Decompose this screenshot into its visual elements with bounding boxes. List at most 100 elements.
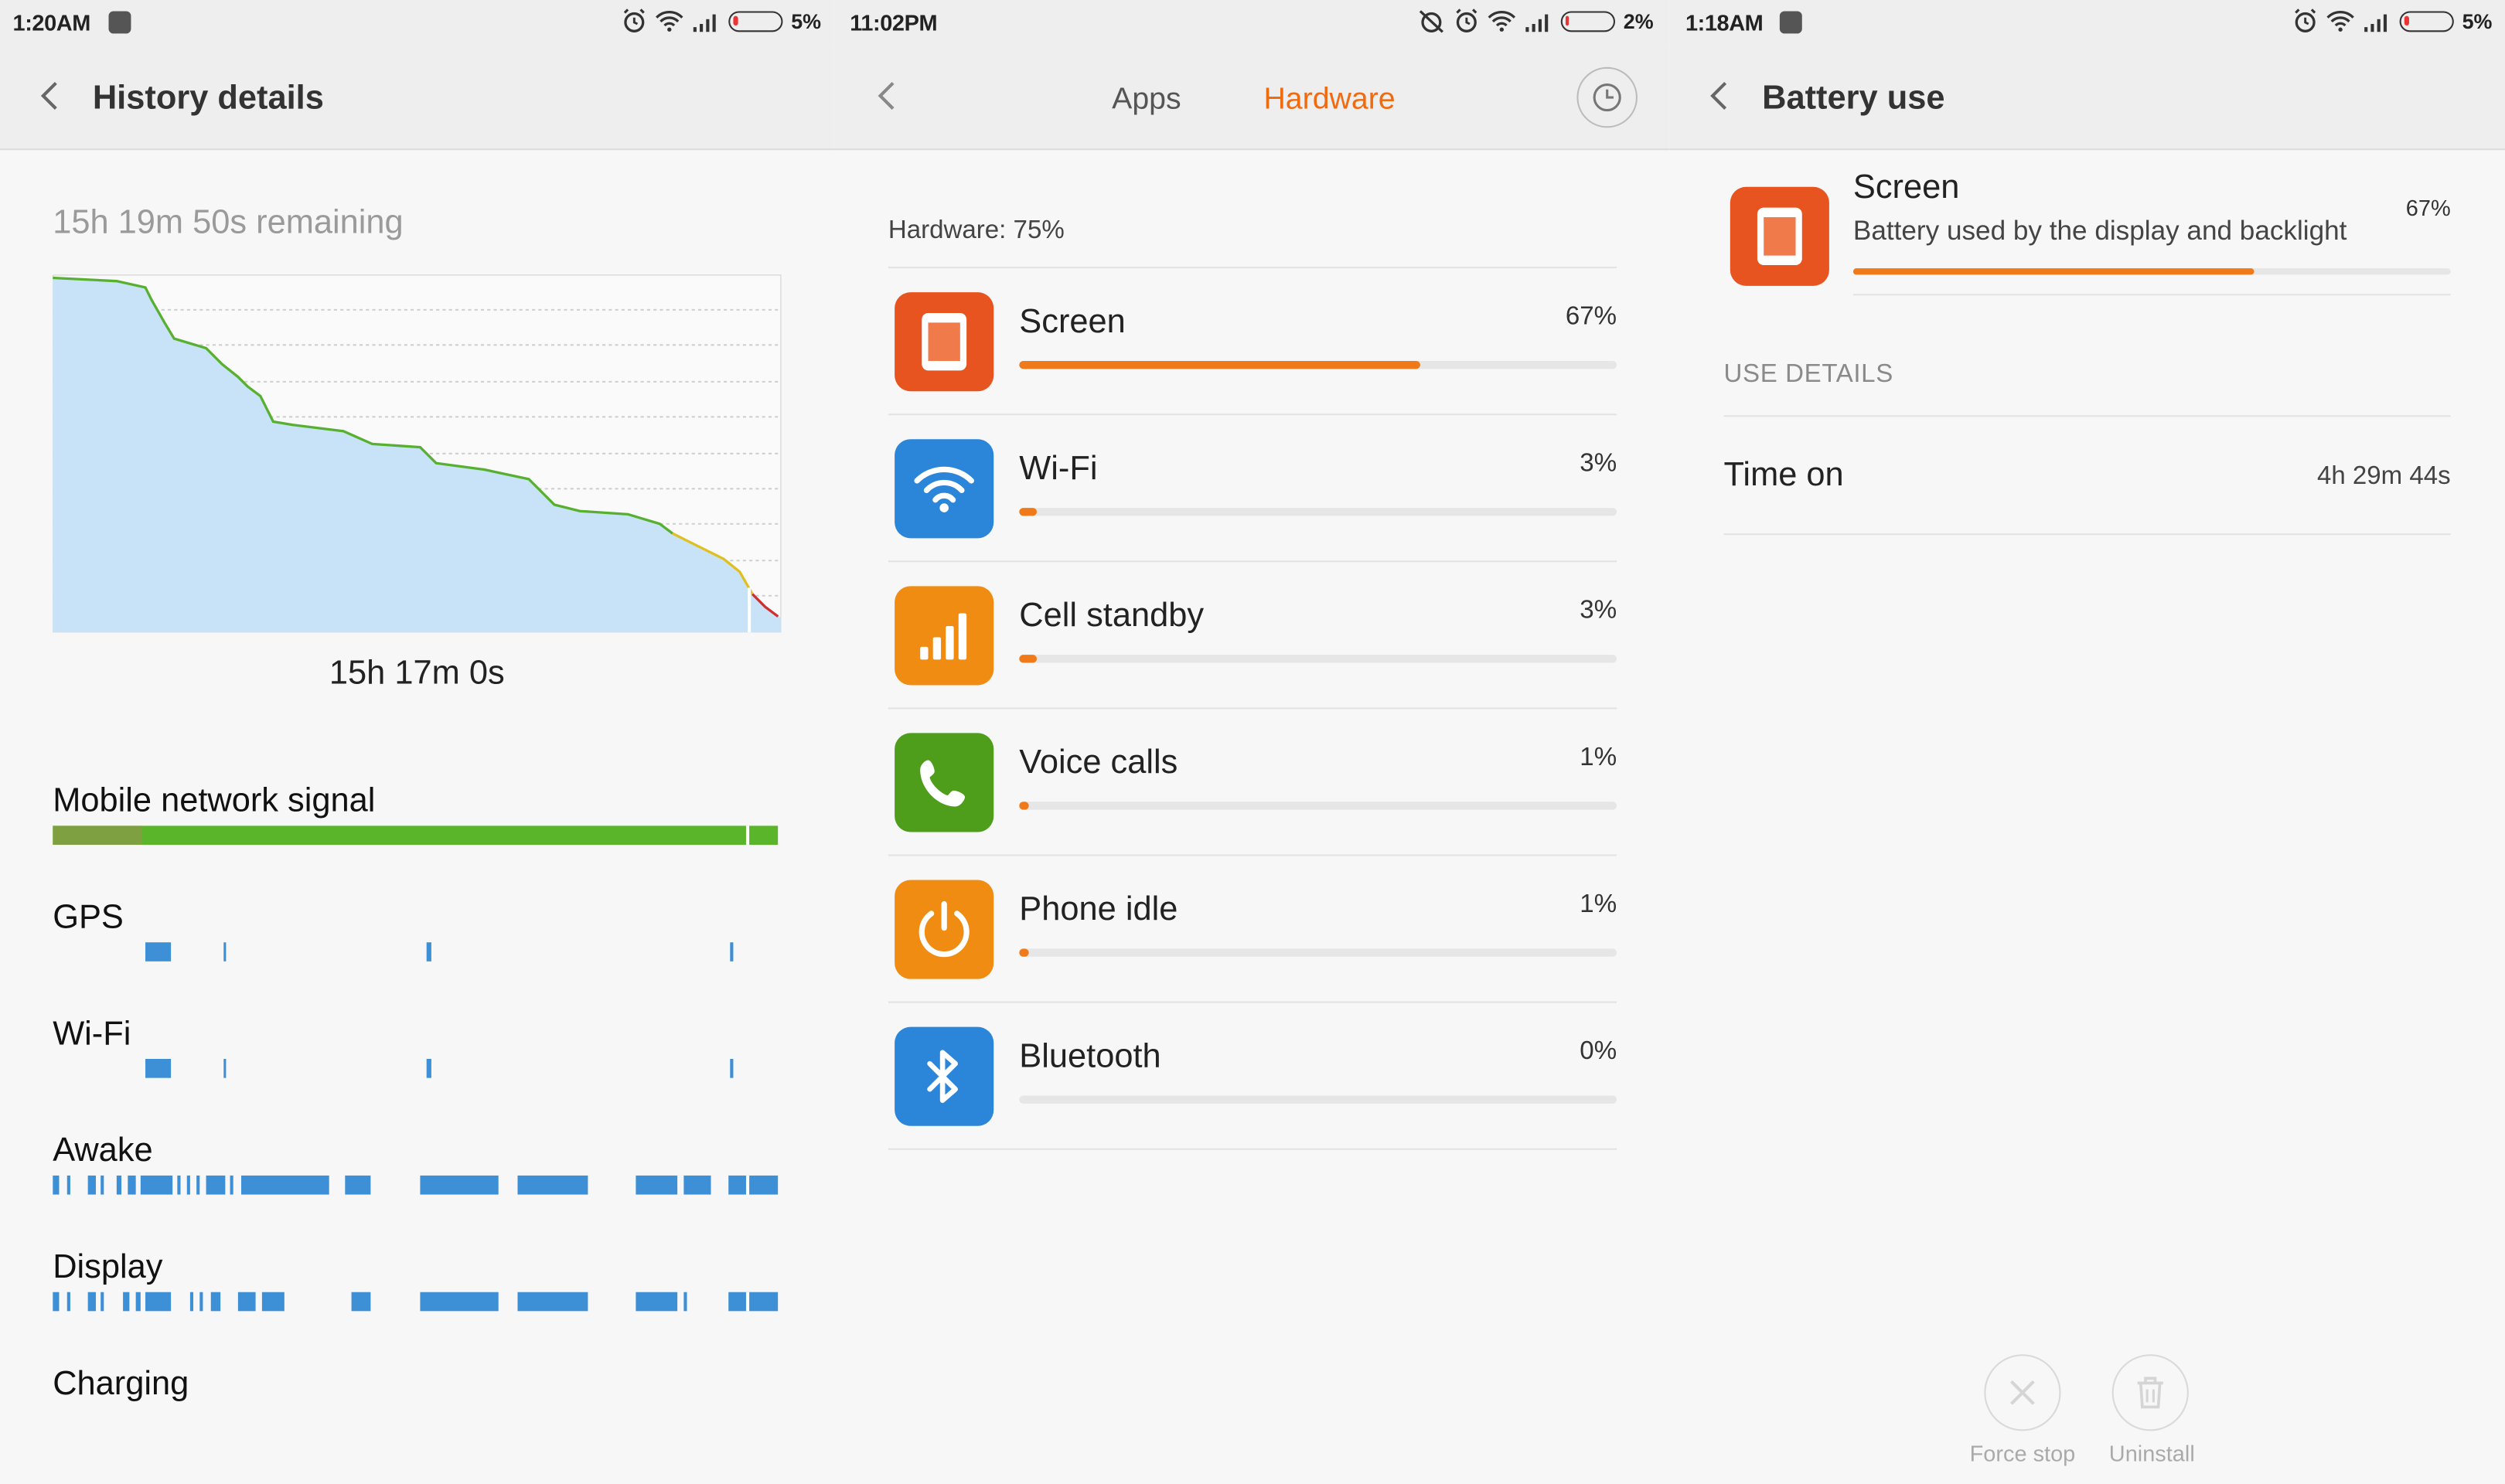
- item-name: Voice calls: [1019, 744, 1178, 781]
- status-time: 11:02PM: [850, 9, 938, 36]
- usage-bar-fill: [1852, 268, 2254, 275]
- power-icon: [895, 880, 994, 979]
- screen-icon: [1730, 186, 1829, 286]
- item-name: Screen: [1019, 303, 1126, 341]
- usage-bar: [1852, 268, 2451, 275]
- mobile-signal-track: [53, 825, 779, 846]
- remaining-time: 15h 19m 50s remaining: [53, 204, 404, 242]
- item-percent: 3%: [1580, 597, 1617, 625]
- history-button[interactable]: [1576, 66, 1638, 128]
- item-name: Phone idle: [1019, 890, 1178, 928]
- usage-bar-fill: [1019, 360, 1420, 369]
- uninstall-label: Uninstall: [2108, 1440, 2195, 1466]
- bluetooth-icon: [895, 1026, 994, 1126]
- screen-icon: [895, 292, 994, 392]
- status-bar: 11:02PM 2%: [833, 0, 1670, 45]
- alarm-icon: [2295, 9, 2316, 32]
- cell-signal-icon: [895, 586, 994, 686]
- item-percent: 0%: [1580, 1038, 1617, 1066]
- usage-bar-fill: [1019, 802, 1028, 810]
- back-arrow-icon[interactable]: [39, 80, 61, 111]
- status-icons: 5%: [622, 8, 821, 33]
- time-on-label: Time on: [1723, 456, 1844, 494]
- item-percent: 3%: [1580, 450, 1617, 478]
- gps-label: GPS: [53, 899, 124, 936]
- notification-icon: [1779, 11, 1802, 34]
- app-header: Apps Hardware: [833, 44, 1670, 151]
- divider: [888, 1148, 1617, 1150]
- status-icons: 5%: [2293, 8, 2492, 33]
- status-bar: 1:18AM 5%: [1669, 0, 2505, 45]
- cell-signal-icon: [1525, 13, 1549, 32]
- item-percent: 1%: [1580, 890, 1617, 919]
- back-arrow-icon[interactable]: [1708, 80, 1730, 111]
- usage-bar: [1019, 508, 1617, 516]
- cell-signal-icon: [694, 13, 717, 32]
- close-icon: [2010, 1380, 2035, 1405]
- cell-signal-icon: [2364, 13, 2387, 32]
- item-percent: 1%: [1580, 744, 1617, 772]
- alarm-icon: [624, 9, 646, 32]
- battery-icon: [2400, 10, 2455, 32]
- usage-bar: [1019, 802, 1617, 810]
- usage-bar-fill: [1019, 508, 1038, 516]
- notification-icon: [108, 11, 131, 34]
- tab-hardware[interactable]: Hardware: [1263, 83, 1395, 117]
- awake-track: [53, 1175, 779, 1195]
- list-item-cell-standby[interactable]: Cell standby 3%: [888, 562, 1617, 710]
- trash-icon: [2137, 1377, 2163, 1409]
- divider: [1852, 294, 2451, 296]
- mobile-signal-label: Mobile network signal: [53, 782, 376, 820]
- item-name: Bluetooth: [1019, 1038, 1161, 1075]
- list-item-bluetooth[interactable]: Bluetooth 0%: [888, 1003, 1617, 1150]
- usage-bar: [1019, 948, 1617, 957]
- list-item-voice-calls[interactable]: Voice calls 1%: [888, 709, 1617, 856]
- battery-icon: [1561, 10, 1616, 32]
- tab-apps[interactable]: Apps: [1112, 83, 1181, 117]
- gps-track: [53, 942, 778, 962]
- usage-item-description: Battery used by the display and backligh…: [1852, 215, 2347, 247]
- list-item-screen[interactable]: Screen 67%: [888, 268, 1617, 416]
- usage-bar: [1019, 1095, 1617, 1104]
- history-details-panel: 1:20AM 5% History details 15h 19m 50s re…: [0, 0, 834, 1484]
- app-header: History details: [0, 44, 834, 151]
- wifi-icon: [2326, 10, 2355, 32]
- page-title: Battery use: [1762, 80, 1945, 117]
- phone-icon: [895, 733, 994, 832]
- force-stop-button[interactable]: [1984, 1354, 2061, 1431]
- divider: [1723, 533, 2451, 536]
- display-track: [53, 1292, 779, 1312]
- battery-level-chart: [53, 274, 782, 633]
- usage-bar: [1019, 360, 1617, 369]
- section-header: USE DETAILS: [1723, 360, 1893, 389]
- clock-icon: [1592, 82, 1621, 111]
- status-time: 1:20AM: [12, 9, 91, 36]
- alarm-icon: [1456, 9, 1477, 32]
- list-item-phone-idle[interactable]: Phone idle 1%: [888, 856, 1617, 1003]
- status-bar: 1:20AM 5%: [0, 0, 834, 45]
- back-arrow-icon[interactable]: [875, 80, 898, 111]
- item-name: Wi-Fi: [1019, 450, 1098, 488]
- hardware-summary: Hardware: 75%: [888, 217, 1065, 245]
- wifi-track: [53, 1058, 778, 1078]
- display-label: Display: [53, 1248, 163, 1286]
- battery-percent: 5%: [791, 9, 822, 33]
- wifi-icon: [656, 10, 683, 32]
- usage-bar: [1019, 655, 1617, 663]
- item-name: Cell standby: [1019, 597, 1205, 635]
- app-header: Battery use: [1669, 44, 2505, 151]
- list-item-wifi[interactable]: Wi-Fi 3%: [888, 415, 1617, 563]
- charging-label: Charging: [53, 1365, 189, 1403]
- uninstall-button[interactable]: [2111, 1354, 2189, 1431]
- alarm-off-icon: [1420, 10, 1444, 33]
- battery-use-panel: 1:18AM 5% Battery use Screen Battery use…: [1669, 0, 2505, 1484]
- usage-bar-fill: [1019, 655, 1038, 663]
- time-on-value: 4h 29m 44s: [2316, 463, 2451, 491]
- wifi-icon: [1488, 10, 1516, 32]
- usage-item-name: Screen: [1852, 169, 1960, 206]
- battery-percent: 2%: [1623, 9, 1654, 33]
- usage-bar-fill: [1019, 948, 1028, 957]
- awake-label: Awake: [53, 1132, 153, 1169]
- force-stop-label: Force stop: [1969, 1440, 2076, 1466]
- usage-item-percent: 67%: [2405, 195, 2451, 221]
